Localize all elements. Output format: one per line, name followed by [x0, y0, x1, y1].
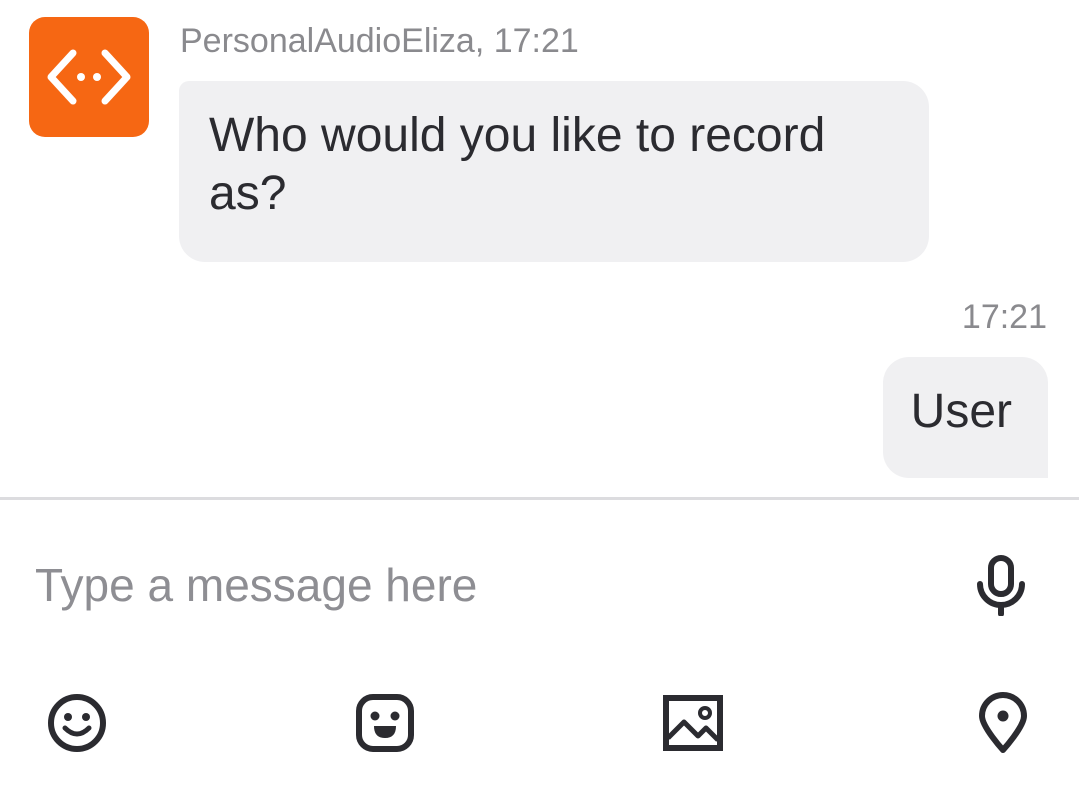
outgoing-message-time: 17:21 — [961, 298, 1047, 336]
image-icon — [663, 695, 723, 751]
message-composer — [0, 500, 1079, 795]
emoji-button[interactable] — [44, 690, 110, 756]
location-button[interactable] — [970, 690, 1036, 756]
incoming-message-bubble[interactable]: Who would you like to record as? — [179, 81, 929, 262]
microphone-button[interactable] — [970, 552, 1032, 618]
chat-screen: PersonalAudioEliza, 17:21 Who would you … — [0, 0, 1079, 795]
emoji-icon — [48, 694, 106, 752]
location-pin-icon — [979, 692, 1027, 753]
sticker-icon — [356, 694, 414, 752]
message-input[interactable] — [35, 552, 915, 618]
outgoing-message-text: User — [910, 385, 1012, 438]
image-button[interactable] — [660, 690, 726, 756]
bot-avatar[interactable] — [29, 17, 149, 137]
outgoing-message-bubble[interactable]: User — [882, 357, 1048, 478]
code-brackets-icon — [47, 49, 131, 105]
microphone-icon — [977, 555, 1025, 616]
message-sender-time: PersonalAudioEliza, 17:21 — [180, 22, 579, 60]
sticker-button[interactable] — [352, 690, 418, 756]
incoming-message-text: Who would you like to record as? — [209, 109, 826, 220]
